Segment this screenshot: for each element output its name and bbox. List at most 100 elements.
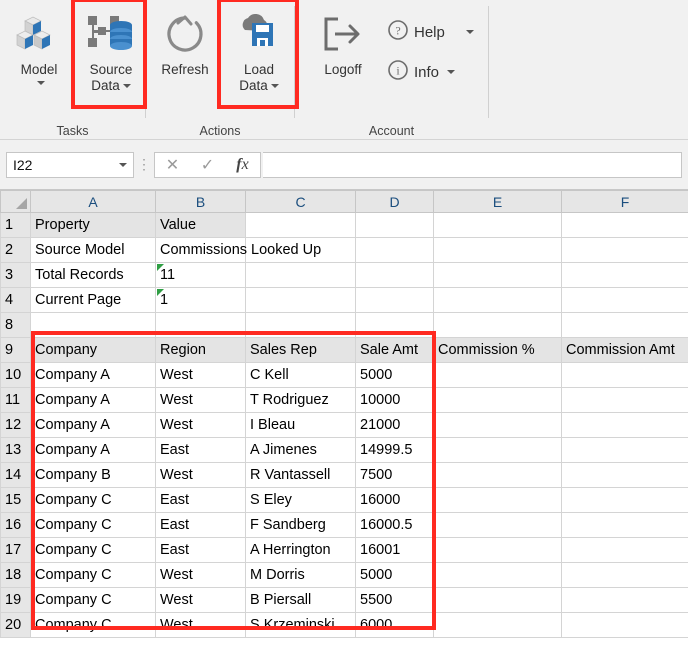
grid-cell[interactable] [561,437,688,463]
grid-cell[interactable]: East [155,437,246,463]
help-button[interactable]: ? Help [381,16,480,48]
grid-cell[interactable] [155,312,246,338]
grid-cell[interactable]: Company B [30,462,156,488]
row-header[interactable]: 12 [0,412,31,438]
grid-cell[interactable]: I Bleau [245,412,356,438]
grid-cell[interactable]: B Piersall [245,587,356,613]
model-dropdown-caret[interactable] [34,80,45,86]
grid-cell[interactable] [561,237,688,263]
grid-cell[interactable] [355,312,434,338]
grid-cell[interactable]: Company A [30,437,156,463]
column-header-c[interactable]: C [245,190,356,213]
grid-cell[interactable] [561,487,688,513]
grid-cell[interactable]: West [155,462,246,488]
logoff-button[interactable]: Logoff [305,4,381,110]
grid-cell[interactable]: Sales Rep [245,337,356,363]
grid-cell[interactable] [433,537,562,563]
grid-cell[interactable]: Total Records [30,262,156,288]
formula-bar-drag-handle[interactable]: ⋮ [134,157,154,171]
grid-cell[interactable] [355,237,434,263]
row-header[interactable]: 17 [0,537,31,563]
grid-cell[interactable] [433,412,562,438]
grid-cell[interactable]: 16000 [355,487,434,513]
grid-cell[interactable]: Company A [30,362,156,388]
grid-cell[interactable] [433,262,562,288]
row-header[interactable]: 15 [0,487,31,513]
source-data-dropdown-caret[interactable] [122,84,131,89]
grid-cell[interactable]: Company C [30,487,156,513]
grid-cell[interactable] [561,412,688,438]
row-header[interactable]: 8 [0,312,31,338]
grid-cell[interactable]: 5000 [355,562,434,588]
row-header[interactable]: 18 [0,562,31,588]
load-data-dropdown-caret[interactable] [270,84,279,89]
grid-cell[interactable] [433,437,562,463]
grid-cell[interactable] [245,262,356,288]
grid-cell[interactable]: Region [155,337,246,363]
grid-cell[interactable] [30,312,156,338]
row-header[interactable]: 4 [0,287,31,313]
grid-cell[interactable]: Company C [30,512,156,538]
row-header[interactable]: 20 [0,612,31,638]
grid-cell[interactable] [433,312,562,338]
grid-cell[interactable] [433,237,562,263]
grid-cell[interactable] [561,287,688,313]
grid-cell[interactable] [561,512,688,538]
grid-cell[interactable]: 16001 [355,537,434,563]
grid-cell[interactable]: A Herrington [245,537,356,563]
grid-cell[interactable]: Company C [30,562,156,588]
grid-cell[interactable] [561,312,688,338]
grid-cell[interactable] [433,212,562,238]
enter-check-icon[interactable]: ✓ [190,155,225,175]
grid-cell[interactable] [355,262,434,288]
grid-cell[interactable] [245,312,356,338]
row-header[interactable]: 1 [0,212,31,238]
grid-cell[interactable] [561,537,688,563]
grid-cell[interactable]: Value [155,212,246,238]
grid-cell[interactable]: Company C [30,587,156,613]
column-header-a[interactable]: A [30,190,156,213]
source-data-button[interactable]: Source Data [80,4,142,110]
grid-cell[interactable]: 1 [155,287,246,313]
grid-cell[interactable]: 16000.5 [355,512,434,538]
grid-cell[interactable]: 5500 [355,587,434,613]
grid-cell[interactable] [433,562,562,588]
load-data-button[interactable]: Load Data [228,4,290,110]
row-header[interactable]: 14 [0,462,31,488]
grid-cell[interactable]: A Jimenes [245,437,356,463]
grid-cell[interactable] [561,362,688,388]
grid-cell[interactable] [561,612,688,638]
grid-cell[interactable]: West [155,387,246,413]
grid-cell[interactable]: 14999.5 [355,437,434,463]
grid-cell[interactable]: 21000 [355,412,434,438]
grid-cell[interactable]: 10000 [355,387,434,413]
cancel-x-icon[interactable]: ✕ [155,155,190,175]
grid-cell[interactable] [433,462,562,488]
grid-cell[interactable] [561,262,688,288]
row-header[interactable]: 16 [0,512,31,538]
grid-cell[interactable]: Commission Amt [561,337,688,363]
grid-cell[interactable]: Property [30,212,156,238]
grid-cell[interactable] [561,387,688,413]
grid-cell[interactable] [561,587,688,613]
grid-cell[interactable]: S Krzeminski [245,612,356,638]
name-box-caret-icon[interactable] [119,162,127,167]
grid-cell[interactable]: West [155,612,246,638]
grid-cell[interactable]: East [155,512,246,538]
grid-cell[interactable]: Commissions Looked Up [155,237,321,263]
grid-cell[interactable]: Source Model [30,237,156,263]
grid-cell[interactable]: 11 [155,262,246,288]
row-header[interactable]: 3 [0,262,31,288]
grid-cell[interactable] [355,287,434,313]
grid-cell[interactable]: Current Page [30,287,156,313]
grid-cell[interactable] [433,362,562,388]
grid-cell[interactable]: Company A [30,387,156,413]
grid-cell[interactable]: 6000 [355,612,434,638]
name-box[interactable]: I22 [6,151,134,178]
column-header-f[interactable]: F [561,190,688,213]
grid-cell[interactable] [433,487,562,513]
grid-cell[interactable] [433,387,562,413]
grid-cell[interactable]: Company A [30,412,156,438]
grid-cell[interactable] [245,212,356,238]
select-all-corner[interactable] [0,190,31,213]
